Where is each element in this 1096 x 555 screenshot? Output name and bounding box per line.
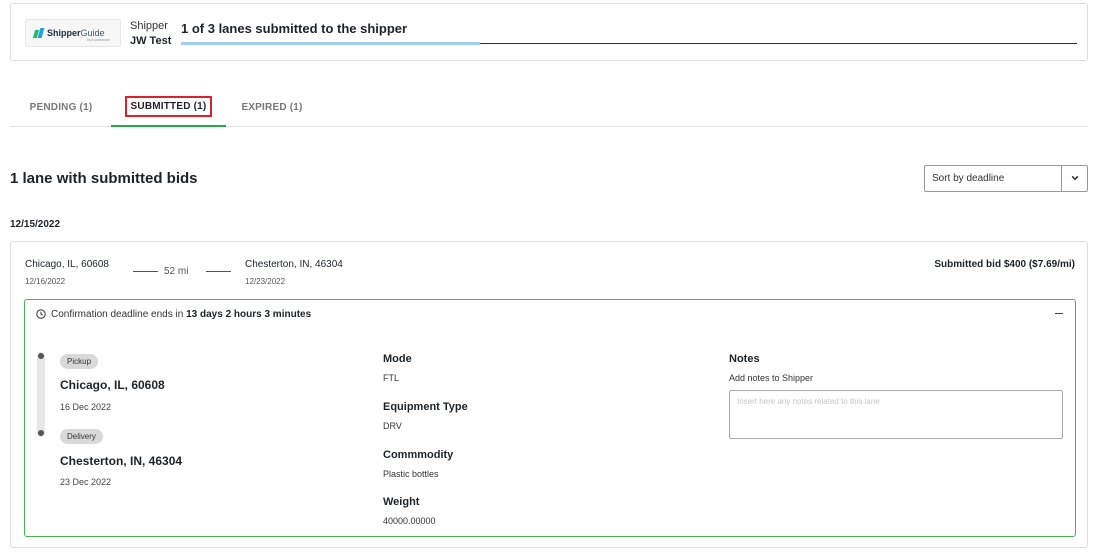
distance: 52 mi (164, 266, 189, 277)
delivery-badge: Delivery (60, 429, 103, 444)
notes-label: Notes (729, 353, 760, 365)
destination-city: Chesterton, IN, 46304 (245, 259, 343, 270)
tab-expired-label: EXPIRED (1) (241, 102, 303, 113)
notes-textarea[interactable] (729, 390, 1063, 439)
tab-pending[interactable]: PENDING (1) (10, 88, 112, 127)
commodity-value: Plastic bottles (383, 469, 439, 479)
delivery-city: Chesterton, IN, 46304 (60, 454, 183, 468)
lane-count-heading: 1 lane with submitted bids (10, 170, 198, 187)
route-bar (37, 352, 45, 437)
commodity-label: Commmodity (383, 449, 454, 461)
tab-submitted[interactable]: SUBMITTED (1) (111, 88, 226, 127)
shipperguide-logo-icon (34, 28, 44, 38)
sort-divider (1061, 166, 1062, 191)
pickup-city: Chicago, IL, 60608 (60, 378, 165, 392)
collapse-icon[interactable] (1055, 313, 1063, 314)
pickup-date: 16 Dec 2022 (60, 402, 112, 412)
chevron-down-icon[interactable] (1071, 174, 1079, 182)
deadline-prefix: Confirmation deadline ends in (51, 309, 187, 320)
sort-select[interactable]: Sort by deadline (924, 165, 1088, 192)
deadline-date-heading: 12/15/2022 (10, 219, 61, 230)
bid-tabs: PENDING (1) SUBMITTED (1) EXPIRED (1) (10, 88, 1088, 127)
origin-city: Chicago, IL, 60608 (25, 259, 109, 270)
logo-sub: by loadsmart (87, 37, 110, 42)
deadline-value: 13 days 2 hours 3 minutes (186, 309, 312, 320)
distance-line-left (133, 271, 158, 272)
deadline-text: Confirmation deadline ends in 13 days 2 … (51, 309, 311, 320)
equipment-type-label: Equipment Type (383, 401, 468, 413)
origin-date: 12/16/2022 (25, 277, 66, 286)
weight-label: Weight (383, 496, 420, 508)
mode-value: FTL (383, 373, 400, 383)
shipper-header: ShipperGuide by loadsmart Shipper JW Tes… (10, 3, 1088, 61)
pickup-badge: Pickup (60, 354, 99, 369)
sort-select-value: Sort by deadline (932, 173, 1005, 184)
clock-icon (36, 309, 46, 319)
company-name: JW Test (130, 35, 172, 47)
lane-detail-panel: Confirmation deadline ends in 13 days 2 … (24, 299, 1076, 537)
progress-text: 1 of 3 lanes submitted to the shipper (181, 21, 408, 36)
lane-card[interactable]: Chicago, IL, 60608 12/16/2022 52 mi Ches… (10, 241, 1088, 548)
delivery-date: 23 Dec 2022 (60, 477, 112, 487)
notes-sublabel: Add notes to Shipper (729, 373, 814, 383)
weight-value: 40000.00000 (383, 516, 436, 526)
tab-submitted-label: SUBMITTED (1) (124, 96, 213, 117)
pickup-dot (38, 353, 44, 359)
shipperguide-logo: ShipperGuide by loadsmart (25, 19, 121, 47)
mode-label: Mode (383, 353, 412, 365)
distance-line-right (206, 271, 231, 272)
shipper-label: Shipper (130, 20, 168, 32)
tab-pending-label: PENDING (1) (29, 102, 93, 113)
submitted-bid: Submitted bid $400 ($7.69/mi) (934, 259, 1075, 270)
delivery-dot (38, 430, 44, 436)
equipment-type-value: DRV (383, 421, 402, 431)
progress-fill (181, 42, 480, 45)
tab-expired[interactable]: EXPIRED (1) (234, 88, 310, 127)
destination-date: 12/23/2022 (245, 277, 286, 286)
